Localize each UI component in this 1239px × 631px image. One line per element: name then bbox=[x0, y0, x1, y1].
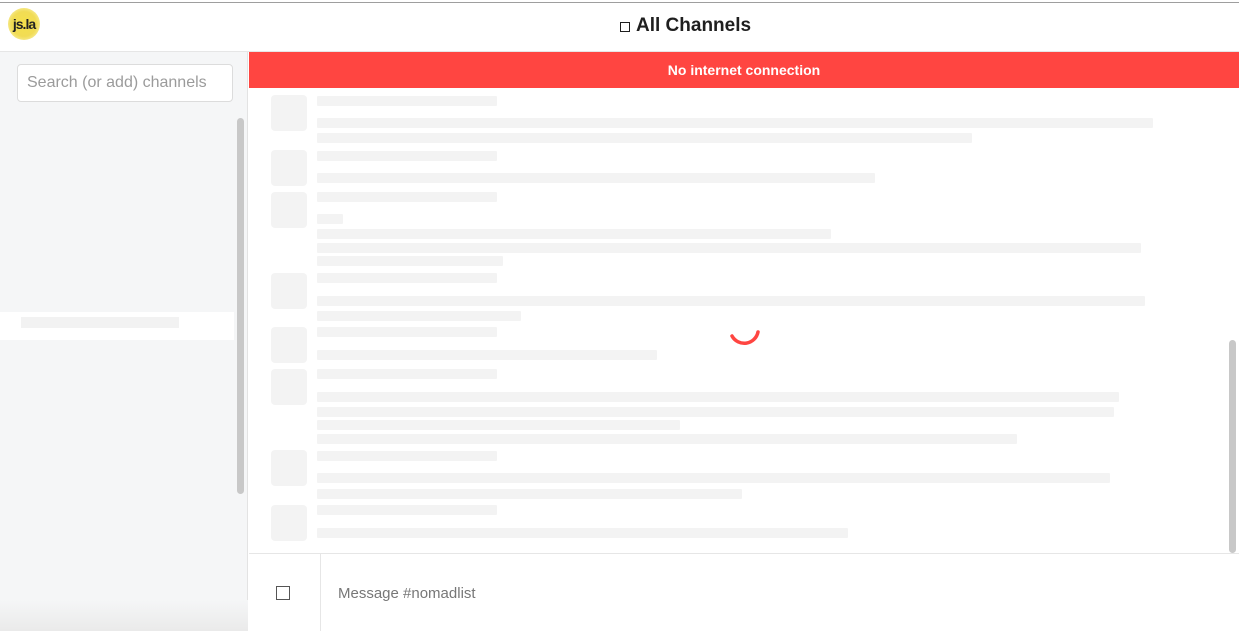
skeleton-avatar bbox=[271, 450, 307, 486]
skeleton-line bbox=[317, 434, 1017, 444]
square-icon bbox=[276, 586, 290, 600]
message-composer: Message #nomadlist bbox=[249, 553, 1239, 631]
skeleton-line bbox=[317, 311, 521, 321]
sidebar-scrollbar[interactable] bbox=[237, 118, 244, 494]
skeleton-line bbox=[317, 473, 1110, 483]
skeleton-avatar bbox=[271, 327, 307, 363]
skeleton-line bbox=[317, 273, 497, 283]
skeleton-line bbox=[317, 420, 680, 430]
skeleton-line bbox=[317, 118, 1153, 128]
skeleton-line bbox=[317, 133, 972, 143]
skeleton-line bbox=[317, 528, 848, 538]
skeleton-avatar bbox=[271, 505, 307, 541]
square-icon bbox=[620, 21, 630, 32]
spinner-icon bbox=[730, 330, 760, 345]
sidebar: Search (or add) channels bbox=[0, 52, 248, 631]
skeleton-line bbox=[317, 229, 831, 239]
skeleton-line bbox=[317, 369, 497, 379]
skeleton-line bbox=[317, 256, 503, 266]
skeleton-line bbox=[317, 173, 875, 183]
skeleton-avatar bbox=[271, 369, 307, 405]
app-header: js.la All Channels bbox=[0, 3, 1239, 52]
skeleton-line bbox=[317, 489, 742, 499]
skeleton-line bbox=[317, 151, 497, 161]
skeleton-line bbox=[317, 451, 497, 461]
skeleton-line bbox=[317, 392, 1119, 402]
sidebar-channel-placeholder[interactable] bbox=[0, 312, 234, 340]
channel-search-input[interactable]: Search (or add) channels bbox=[17, 64, 233, 102]
offline-banner: No internet connection bbox=[249, 52, 1239, 88]
message-area: No internet connection bbox=[249, 52, 1239, 553]
skeleton-line bbox=[21, 317, 179, 328]
logo-text: js.la bbox=[12, 16, 36, 32]
skeleton-line bbox=[317, 350, 657, 360]
skeleton-line bbox=[317, 96, 497, 106]
skeleton-line bbox=[317, 505, 497, 515]
skeleton-avatar bbox=[271, 273, 307, 309]
page-title: All Channels bbox=[620, 13, 751, 39]
skeleton-line bbox=[317, 192, 497, 202]
skeleton-line bbox=[317, 243, 1141, 253]
skeleton-line bbox=[317, 296, 1145, 306]
skeleton-line bbox=[317, 327, 497, 337]
app-logo[interactable]: js.la bbox=[8, 8, 40, 40]
skeleton-line bbox=[317, 407, 1114, 417]
sidebar-footer bbox=[0, 600, 248, 631]
message-scrollbar[interactable] bbox=[1229, 340, 1236, 553]
skeleton-line bbox=[317, 214, 343, 224]
skeleton-avatar bbox=[271, 150, 307, 186]
message-input[interactable]: Message #nomadlist bbox=[338, 585, 476, 602]
skeleton-avatar bbox=[271, 95, 307, 131]
skeleton-avatar bbox=[271, 192, 307, 228]
page-title-text: All Channels bbox=[636, 15, 752, 36]
attach-button[interactable] bbox=[249, 554, 321, 631]
